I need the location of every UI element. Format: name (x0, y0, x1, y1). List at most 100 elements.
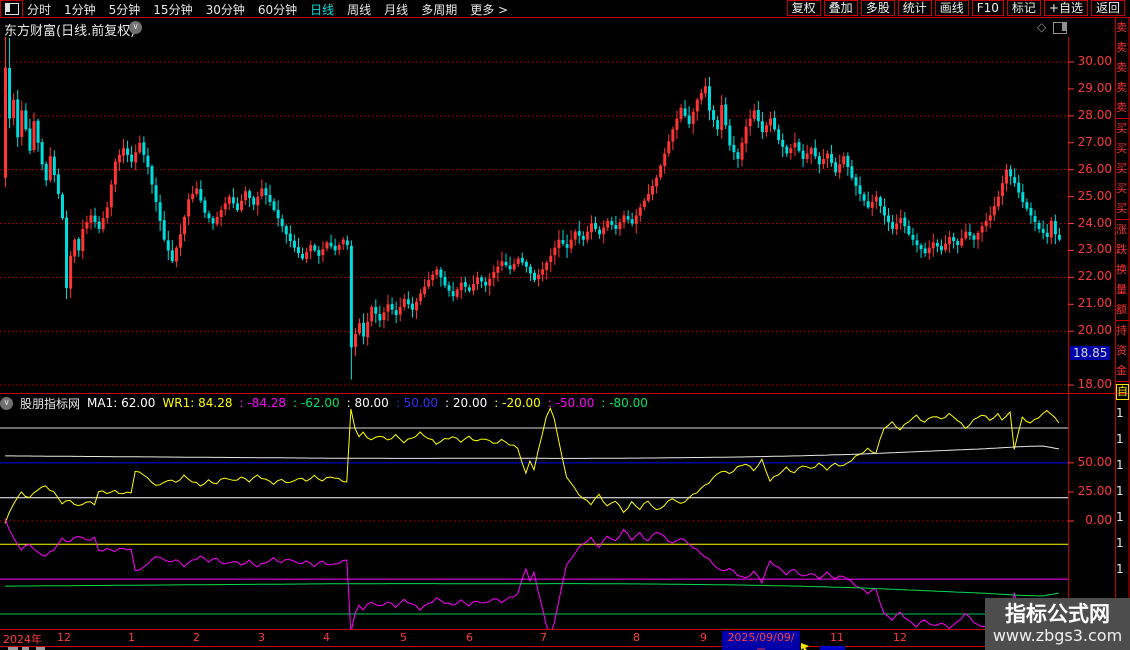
layout-toggle-button[interactable] (0, 0, 23, 18)
side-panel-char: 买 (1116, 122, 1127, 135)
indicator-value: : -84.28 (239, 396, 287, 410)
side-panel-char: 买 (1116, 202, 1127, 215)
indicator-value: : 80.00 (346, 396, 389, 410)
diamond-icon[interactable]: ◇ (1037, 20, 1046, 34)
tick-time-fragment: 1 (1116, 562, 1124, 576)
tick-time-fragment: 1 (1116, 432, 1124, 446)
price-tick-label: 20.00 (1077, 323, 1112, 338)
side-panel-char: 涨 (1116, 223, 1127, 236)
side-panel-char: 买 (1116, 182, 1127, 195)
site-watermark: 指标公式网 www.zbgs3.com (985, 598, 1130, 650)
toolbar-button-统计[interactable]: 统计 (897, 0, 932, 16)
side-panel-char: 跌 (1116, 243, 1127, 256)
price-tick-label: 28.00 (1077, 107, 1112, 122)
toolbar-button-叠加[interactable]: 叠加 (823, 0, 858, 16)
side-panel-char: 量 (1116, 283, 1127, 296)
toolbar-button-F10[interactable]: F10 (971, 0, 1004, 16)
indicator-value: WR1: 84.28 (162, 396, 233, 410)
price-tick-label: 23.00 (1077, 242, 1112, 257)
period-item-周线[interactable]: 周线 (347, 1, 371, 18)
price-tick-label: 18.00 (1077, 377, 1112, 392)
price-tick-label: 30.00 (1077, 54, 1112, 68)
indicator-header: ∨ 股朋指标网 MA1: 62.00 WR1: 84.28 : -84.28 : -6… (0, 395, 1060, 411)
price-tick-label: 26.00 (1077, 161, 1112, 176)
side-panel-char: 卖 (1116, 101, 1127, 114)
period-item-分时[interactable]: 分时 (27, 1, 51, 18)
month-label-12: 12 (57, 631, 71, 644)
split-layout-icon (4, 3, 19, 15)
period-item-更多 >[interactable]: 更多 > (470, 1, 508, 18)
side-panel-segment-0[interactable]: 卖卖卖卖卖 (1116, 18, 1129, 119)
side-panel-segment-1[interactable]: 买买买买买 (1116, 119, 1129, 220)
right-side-panel-clipped[interactable]: 卖卖卖卖卖买买买买买涨跌换量额持资金自1111111 (1116, 18, 1129, 650)
indicator-value: : 50.00 (395, 396, 439, 410)
side-panel-char: 卖 (1116, 61, 1127, 74)
watermark-title: 指标公式网 (1005, 602, 1110, 626)
toolbar-button-画线[interactable]: 画线 (934, 0, 969, 16)
price-tick-label: 24.00 (1077, 215, 1112, 230)
series-MA1 (5, 445, 1059, 459)
indicator-tick-label: 25.00 (1077, 483, 1112, 498)
period-item-60分钟[interactable]: 60分钟 (258, 1, 297, 18)
title-bar: 东方财富(日线.前复权) ∨ ◇ (0, 18, 1130, 39)
last-price-marker: 18.85 (1070, 346, 1111, 360)
toolbar-button-多股[interactable]: 多股 (860, 0, 895, 16)
period-item-日线[interactable]: 日线 (310, 1, 334, 18)
indicator-value: : -20.00 (494, 396, 541, 410)
side-panel-segment-2[interactable]: 涨跌换量额 (1116, 220, 1129, 321)
trading-app-window: { "toolbar": { "left_items": ["分时","1分钟"… (0, 0, 1130, 650)
period-item-5分钟[interactable]: 5分钟 (109, 1, 141, 18)
indicator-values: MA1: 62.00 WR1: 84.28 : -84.28 : -62.00 : 80… (87, 396, 648, 410)
side-panel-tab-highlight[interactable]: 自 (1116, 384, 1129, 400)
indicator-value: : -62.00 (293, 396, 340, 410)
period-menu: 分时 1分钟 5分钟 15分钟 30分钟 60分钟 日线 周线 月线 多周期 更多 > (27, 1, 508, 18)
month-label-4: 4 (323, 631, 330, 644)
month-label-3: 3 (258, 631, 265, 644)
clipped-tooltip-fragment (820, 646, 845, 650)
indicator-collapse-icon[interactable]: ∨ (0, 396, 13, 410)
window-split-icon[interactable] (1053, 22, 1067, 34)
price-tick-label: 29.00 (1077, 80, 1112, 95)
indicator-reference-lines (0, 427, 1068, 615)
side-panel-char: 卖 (1116, 21, 1127, 34)
side-panel-char: 卖 (1116, 81, 1127, 94)
tick-time-fragment: 1 (1116, 536, 1124, 550)
toolbar-button-返回[interactable]: 返回 (1090, 0, 1125, 16)
period-item-月线[interactable]: 月线 (384, 1, 408, 18)
watermark-url: www.zbgs3.com (992, 626, 1123, 645)
selected-date-label: 2025/09/09/二 (722, 631, 800, 650)
side-panel-segment-3[interactable]: 持资金 (1116, 321, 1129, 382)
price-tick-label: 22.00 (1077, 269, 1112, 284)
tick-time-fragment: 1 (1116, 406, 1124, 420)
indicator-tick-label: 0.00 (1085, 513, 1112, 527)
period-item-多周期[interactable]: 多周期 (421, 1, 457, 18)
mouse-cursor (799, 643, 811, 650)
tick-time-fragment: 1 (1116, 484, 1124, 498)
indicator-source-label: 股朋指标网 (20, 396, 81, 411)
toolbar-button-+自选[interactable]: +自选 (1043, 0, 1088, 16)
side-panel-char: 换 (1116, 263, 1127, 276)
toolbar-button-标记[interactable]: 标记 (1006, 0, 1041, 16)
tick-time-column: 1 1 1 1 1 1 1 (1116, 400, 1129, 582)
period-item-1分钟[interactable]: 1分钟 (64, 1, 96, 18)
side-panel-char: 买 (1116, 142, 1127, 155)
tick-time-fragment: 1 (1116, 510, 1124, 524)
side-panel-char: 资 (1116, 344, 1127, 357)
indicator-value: MA1: 62.00 (87, 396, 156, 410)
collapse-chevron-icon[interactable]: ∨ (129, 21, 142, 34)
period-item-30分钟[interactable]: 30分钟 (206, 1, 245, 18)
period-toolbar: 分时 1分钟 5分钟 15分钟 30分钟 60分钟 日线 周线 月线 多周期 更多 > 复权 叠加 多股… (0, 0, 1130, 18)
tick-time-fragment: 1 (1116, 458, 1124, 472)
tool-buttons: 复权 叠加 多股 统计 画线 F10 标记 +自选 返回 (786, 0, 1125, 16)
period-item-15分钟[interactable]: 15分钟 (153, 1, 192, 18)
series-WR1 (4, 407, 1060, 524)
month-label-12: 12 (893, 631, 907, 644)
month-label-7: 7 (540, 631, 547, 644)
side-panel-char: 持 (1116, 324, 1127, 337)
indicator-tick-label: 50.00 (1077, 454, 1112, 469)
chart-canvas[interactable] (0, 0, 1130, 650)
month-label-11: 11 (830, 631, 844, 644)
toolbar-button-复权[interactable]: 复权 (786, 0, 821, 16)
side-panel-char: 金 (1116, 364, 1127, 377)
indicator-value: : 20.00 (445, 396, 488, 410)
